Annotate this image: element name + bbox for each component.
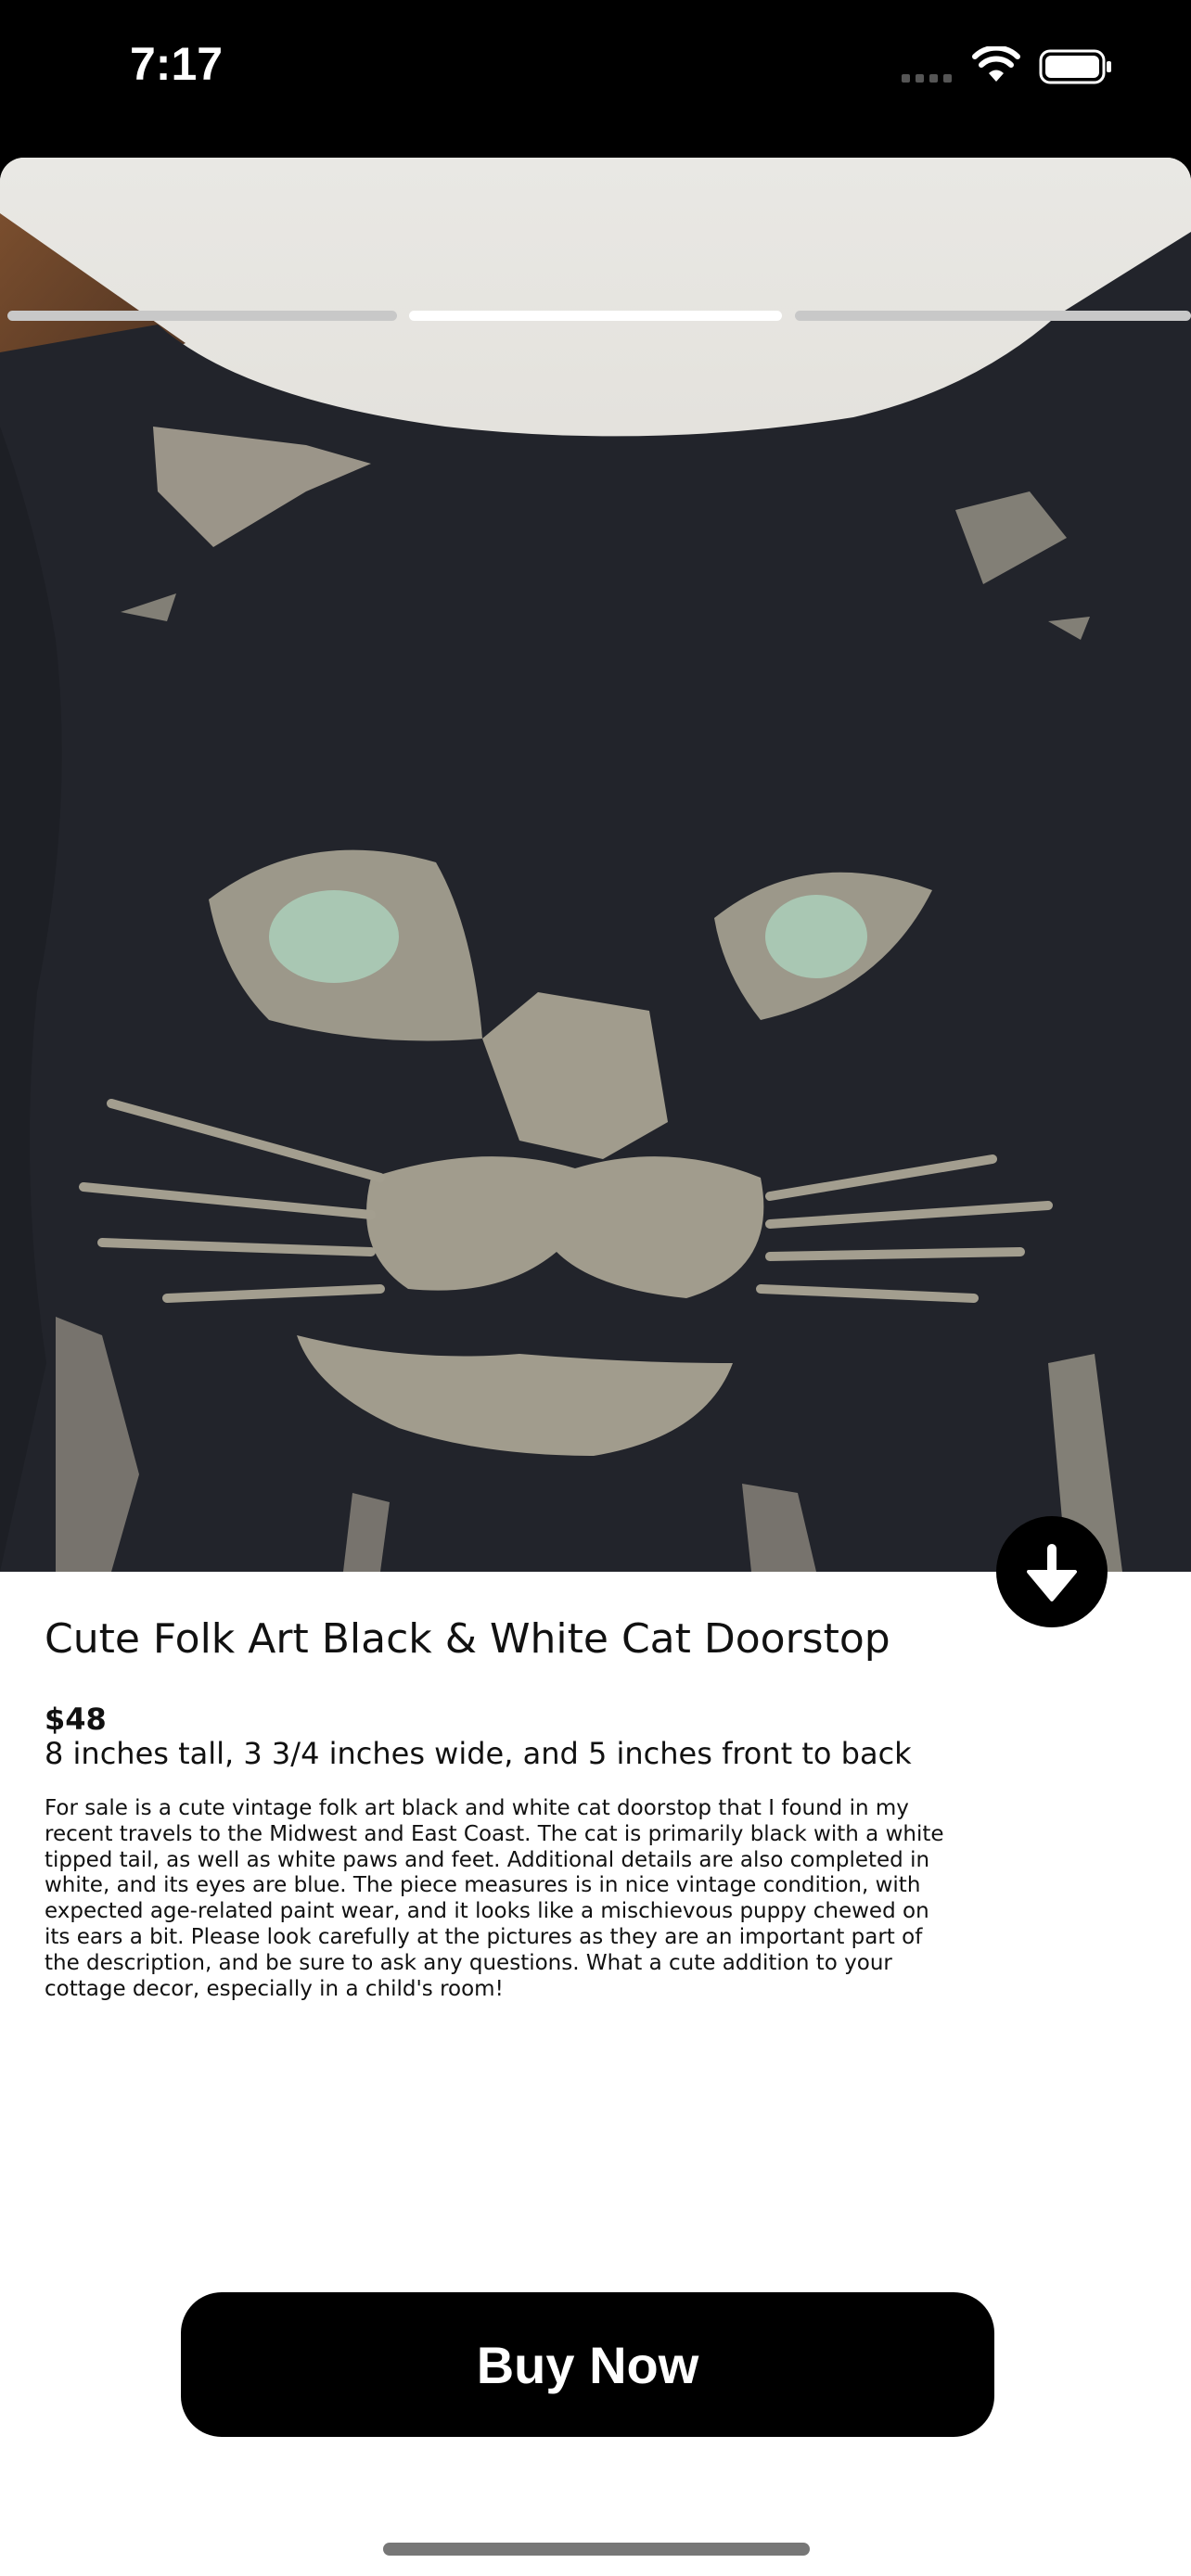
page-indicator-3[interactable] (795, 311, 1191, 321)
buy-now-button[interactable]: Buy Now (181, 2292, 994, 2437)
page-indicator-1[interactable] (7, 311, 397, 321)
product-description: For sale is a cute vintage folk art blac… (45, 1796, 944, 2001)
product-photo[interactable] (0, 158, 1191, 1572)
home-indicator[interactable] (383, 2543, 810, 2556)
gallery-page-indicator (0, 311, 1191, 322)
product-sheet: Cute Folk Art Black & White Cat Doorstop… (0, 158, 1191, 2576)
product-dimensions: 8 inches tall, 3 3/4 inches wide, and 5 … (45, 1736, 912, 1771)
status-bar: 7:17 (0, 0, 1191, 158)
page-indicator-2-active[interactable] (409, 311, 782, 321)
product-title: Cute Folk Art Black & White Cat Doorstop (45, 1615, 890, 1663)
buy-now-label: Buy Now (476, 2335, 699, 2394)
scroll-down-button[interactable] (996, 1516, 1108, 1627)
arrow-down-icon (1027, 1544, 1077, 1601)
wifi-icon (972, 46, 1020, 82)
cat-doorstop-image (0, 158, 1191, 1572)
signal-icon (902, 74, 952, 83)
battery-icon (1039, 49, 1111, 84)
status-time: 7:17 (130, 38, 224, 90)
product-price: $48 (45, 1702, 107, 1737)
